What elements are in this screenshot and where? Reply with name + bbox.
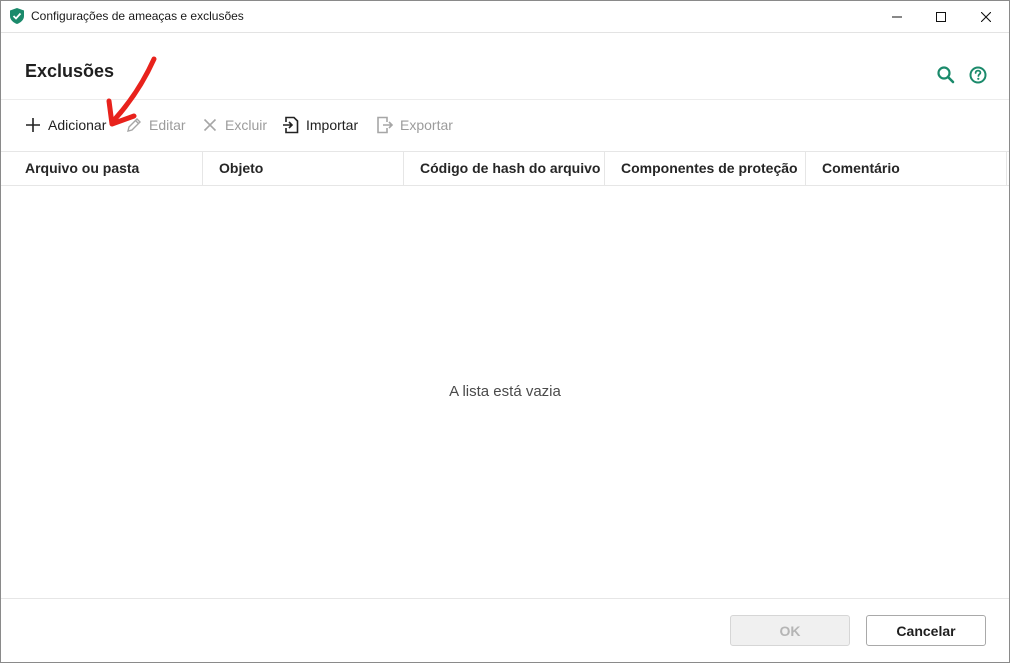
- export-icon: [376, 116, 394, 134]
- dialog-window: Configurações de ameaças e exclusões Exc…: [0, 0, 1010, 663]
- header-divider: [1, 99, 1009, 100]
- ok-button[interactable]: OK: [730, 615, 850, 646]
- add-button[interactable]: Adicionar: [24, 115, 106, 135]
- import-label: Importar: [306, 117, 359, 133]
- delete-label: Excluir: [225, 117, 268, 133]
- maximize-button[interactable]: [918, 1, 964, 32]
- minimize-icon: [892, 16, 902, 17]
- edit-button[interactable]: Editar: [125, 115, 186, 135]
- minimize-button[interactable]: [874, 1, 920, 32]
- close-button[interactable]: [963, 1, 1009, 32]
- cancel-button[interactable]: Cancelar: [866, 615, 986, 646]
- search-icon[interactable]: [936, 65, 956, 85]
- close-icon: [981, 11, 991, 22]
- window-title: Configurações de ameaças e exclusões: [31, 9, 244, 23]
- title-bar: Configurações de ameaças e exclusões: [1, 1, 1009, 33]
- export-label: Exportar: [400, 117, 453, 133]
- export-button[interactable]: Exportar: [376, 115, 453, 135]
- delete-button[interactable]: Excluir: [201, 115, 267, 135]
- page-title: Exclusões: [25, 61, 115, 81]
- edit-label: Editar: [149, 117, 186, 133]
- footer-divider: [1, 598, 1009, 599]
- shield-icon: [10, 8, 24, 24]
- column-header-comment[interactable]: Comentário: [806, 152, 1007, 185]
- x-icon: [201, 116, 219, 134]
- column-header-file-hash[interactable]: Código de hash do arquivo: [404, 152, 605, 185]
- pencil-icon: [125, 116, 143, 134]
- plus-icon: [24, 116, 42, 134]
- column-header-object[interactable]: Objeto: [203, 152, 404, 185]
- empty-list-message: A lista está vazia: [449, 383, 561, 400]
- table-header: Arquivo ou pasta Objeto Código de hash d…: [1, 151, 1009, 186]
- column-header-file-or-folder[interactable]: Arquivo ou pasta: [1, 152, 203, 185]
- maximize-icon: [936, 11, 946, 22]
- import-icon: [282, 116, 300, 134]
- column-header-protection-components[interactable]: Componentes de proteção: [605, 152, 806, 185]
- help-icon[interactable]: [968, 65, 988, 85]
- import-button[interactable]: Importar: [282, 115, 358, 135]
- add-label: Adicionar: [48, 117, 107, 133]
